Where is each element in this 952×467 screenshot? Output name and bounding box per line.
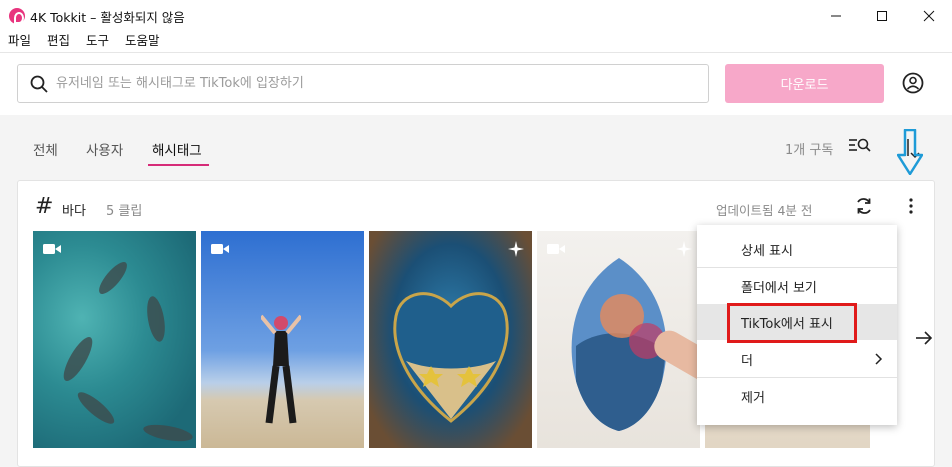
minimize-icon	[831, 15, 841, 16]
resin-heart-image	[393, 292, 509, 423]
active-tab-indicator	[148, 164, 209, 166]
clip-count: 5 클립	[106, 204, 143, 219]
clip-thumbnail[interactable]	[33, 231, 196, 448]
window-title: 4K Tokkit – 활성화되지 않음	[30, 10, 185, 25]
menu-help[interactable]: 도움말	[117, 31, 168, 51]
account-icon[interactable]	[902, 72, 924, 94]
clip-thumbnail[interactable]	[369, 231, 532, 448]
tab-hashtags[interactable]: 해시태그	[152, 139, 202, 159]
refresh-icon[interactable]	[854, 196, 874, 216]
title-bar: 4K Tokkit – 활성화되지 않음	[0, 0, 952, 31]
video-camera-icon	[547, 244, 565, 254]
sparkle-icon	[676, 241, 692, 257]
minimize-button[interactable]	[813, 0, 859, 31]
video-camera-icon	[43, 244, 61, 254]
clip-thumbnail[interactable]	[537, 231, 700, 448]
menu-item-remove[interactable]: 제거	[697, 378, 897, 414]
download-button[interactable]: 다운로드	[725, 64, 884, 103]
menu-item-label: 제거	[741, 390, 765, 406]
clip-thumbnail[interactable]	[201, 231, 364, 448]
fish-shape	[142, 421, 194, 445]
app-logo-icon	[9, 8, 25, 24]
fish-shape	[73, 387, 119, 429]
updated-time: 업데이트됨 4분 전	[716, 203, 813, 218]
close-icon	[923, 10, 935, 21]
tab-bar: 전체 사용자 해시태그 1개 구독	[0, 115, 952, 175]
fish-shape	[94, 258, 132, 298]
menu-tools[interactable]: 도구	[78, 31, 117, 51]
annotation-arrow-icon	[897, 129, 923, 175]
fish-shape	[144, 294, 168, 344]
hashtag-icon: #	[35, 194, 54, 219]
video-camera-icon	[211, 244, 229, 254]
list-search-icon[interactable]	[848, 138, 872, 154]
next-arrow-icon[interactable]	[915, 331, 933, 345]
sparkle-icon	[508, 241, 524, 257]
search-icon	[30, 75, 48, 93]
maximize-button[interactable]	[859, 0, 905, 31]
chevron-right-icon	[875, 353, 883, 365]
close-button[interactable]	[906, 0, 952, 31]
search-header: 다운로드	[0, 52, 952, 114]
tab-users[interactable]: 사용자	[86, 139, 123, 159]
maximize-icon	[877, 10, 887, 21]
search-box[interactable]	[17, 64, 709, 103]
menu-item-show-details[interactable]: 상세 표시	[697, 231, 897, 267]
dancer-figure	[261, 314, 301, 424]
menu-item-label: 폴더에서 보기	[741, 280, 817, 296]
menu-file[interactable]: 파일	[0, 31, 39, 51]
menu-edit[interactable]: 편집	[39, 31, 78, 51]
subscription-count: 1개 구독	[785, 143, 834, 158]
search-input[interactable]	[56, 65, 696, 102]
hashtag-name: 바다	[62, 204, 86, 219]
more-options-icon[interactable]	[908, 196, 914, 216]
menu-item-label: 더	[741, 353, 753, 369]
fish-shape	[58, 333, 98, 385]
menu-item-more[interactable]: 더	[697, 341, 897, 377]
annotation-highlight-box	[727, 303, 857, 343]
menu-bar: 파일 편집 도구 도움말	[0, 31, 952, 51]
menu-item-show-in-folder[interactable]: 폴더에서 보기	[697, 268, 897, 304]
tab-all[interactable]: 전체	[33, 139, 58, 159]
menu-item-label: 상세 표시	[741, 243, 793, 259]
